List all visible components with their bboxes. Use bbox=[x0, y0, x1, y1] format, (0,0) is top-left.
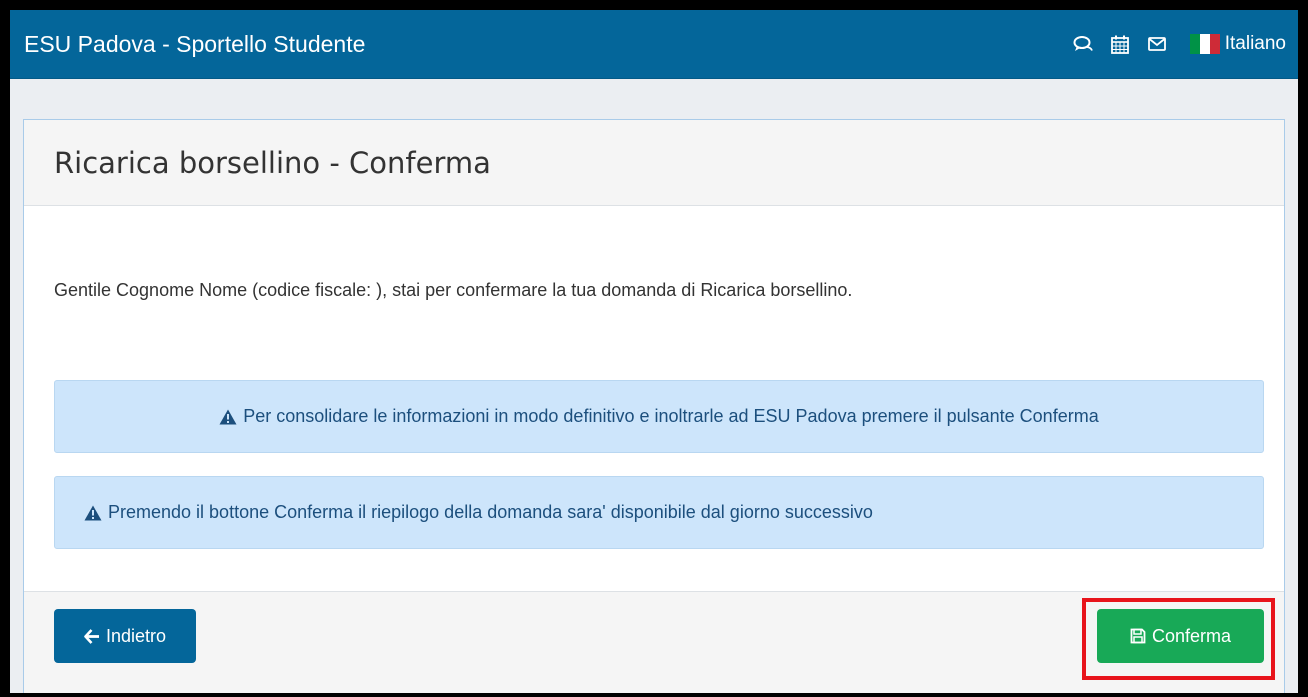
confirm-button-label: Conferma bbox=[1151, 625, 1232, 646]
panel-footer: Indietro Conferma bbox=[24, 591, 1284, 693]
brand-title[interactable]: ESU Padova - Sportello Studente bbox=[24, 31, 365, 58]
language-label: Italiano bbox=[1224, 33, 1286, 54]
top-navbar: ESU Padova - Sportello Studente Italiano bbox=[10, 10, 1298, 79]
panel-heading: Ricarica borsellino - Conferma bbox=[24, 120, 1284, 206]
browser-frame: ESU Padova - Sportello Studente Italiano… bbox=[10, 10, 1298, 693]
chat-icon[interactable] bbox=[1072, 33, 1094, 55]
calendar-icon[interactable] bbox=[1109, 33, 1131, 55]
back-button[interactable]: Indietro bbox=[54, 609, 196, 663]
back-button-label: Indietro bbox=[105, 625, 167, 646]
arrow-left-icon bbox=[84, 628, 100, 644]
warning-icon bbox=[219, 409, 237, 425]
flag-stripe-green bbox=[1189, 34, 1200, 54]
alert-text: Premendo il bottone Conferma il riepilog… bbox=[108, 502, 873, 522]
navbar-actions: Italiano bbox=[1057, 33, 1286, 55]
italy-flag-icon bbox=[1189, 34, 1220, 54]
confirm-button[interactable]: Conferma bbox=[1097, 609, 1264, 663]
flag-stripe-red bbox=[1209, 34, 1220, 54]
envelope-icon[interactable] bbox=[1146, 33, 1168, 55]
warning-icon bbox=[84, 505, 102, 521]
save-icon bbox=[1130, 628, 1146, 644]
confirm-panel: Ricarica borsellino - Conferma Gentile C… bbox=[23, 119, 1285, 693]
page-title: Ricarica borsellino - Conferma bbox=[54, 145, 491, 180]
intro-text: Gentile Cognome Nome (codice fiscale: ),… bbox=[54, 280, 853, 300]
panel-body: Gentile Cognome Nome (codice fiscale: ),… bbox=[24, 207, 1284, 591]
language-selector[interactable]: Italiano bbox=[1189, 33, 1286, 55]
info-alert: Premendo il bottone Conferma il riepilog… bbox=[54, 476, 1264, 549]
flag-stripe-white bbox=[1199, 34, 1210, 54]
info-alert: Per consolidare le informazioni in modo … bbox=[54, 380, 1264, 453]
alert-text: Per consolidare le informazioni in modo … bbox=[243, 406, 1099, 426]
